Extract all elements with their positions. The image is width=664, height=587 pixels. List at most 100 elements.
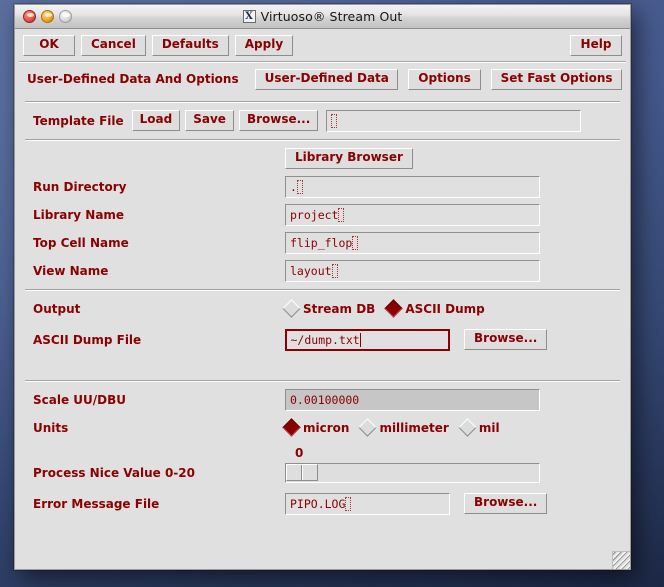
output-option-ascii-dump[interactable]: ASCII Dump (384, 299, 485, 318)
view-name-label: View Name (33, 263, 109, 278)
dialog-client-area: OK Cancel Defaults Apply Help User-Defin… (15, 29, 630, 569)
units-option-micron[interactable]: micron (282, 418, 350, 437)
ascii-dump-file-value: ~/dump.txt (290, 332, 360, 347)
text-caret (331, 263, 338, 278)
text-caret (338, 207, 345, 222)
radio-diamond-icon (358, 418, 378, 437)
radio-diamond-icon (282, 299, 301, 318)
template-file-row: Template File Load Save Browse... (15, 107, 630, 135)
library-browser-button[interactable]: Library Browser (285, 148, 413, 169)
template-file-input[interactable] (326, 109, 582, 132)
units-option-millimeter-label: millimeter (379, 420, 449, 435)
units-radio-group: micron millimeter mil (282, 418, 500, 437)
top-cell-name-row: Top Cell Name flip_flop (15, 229, 630, 257)
defaults-button[interactable]: Defaults (151, 35, 229, 56)
library-name-value: project (290, 207, 339, 222)
run-directory-input[interactable]: . (285, 175, 540, 198)
slider-thumb[interactable] (286, 463, 318, 481)
error-message-file-row: Error Message File PIPO.LOG Browse... (15, 487, 630, 518)
separator-above-scale (25, 379, 620, 382)
ok-button[interactable]: OK (23, 35, 75, 56)
process-nice-slider-wrap: 0 (285, 446, 540, 483)
text-caret (359, 332, 362, 347)
library-name-input[interactable]: project (285, 203, 540, 226)
spacer-above-scale (15, 354, 630, 376)
template-browse-button[interactable]: Browse... (238, 110, 319, 131)
units-option-mil[interactable]: mil (458, 418, 500, 437)
output-row: Output Stream DB ASCII Dump (15, 295, 630, 323)
process-nice-row: Process Nice Value 0-20 0 (15, 442, 630, 487)
run-directory-row: Run Directory . (15, 173, 630, 201)
output-option-stream-db-label: Stream DB (303, 301, 376, 316)
scale-uu-dbu-label: Scale UU/DBU (33, 392, 127, 407)
process-nice-slider[interactable] (285, 462, 540, 483)
action-button-row: OK Cancel Defaults Apply Help (15, 29, 630, 61)
window-title: Virtuoso® Stream Out (260, 9, 403, 24)
tab-options[interactable]: Options (408, 68, 481, 90)
output-option-stream-db[interactable]: Stream DB (282, 299, 376, 318)
view-name-value: layout (290, 263, 332, 278)
error-message-file-label: Error Message File (33, 496, 160, 511)
output-label: Output (33, 301, 81, 316)
top-cell-name-label: Top Cell Name (33, 235, 129, 250)
top-cell-name-input[interactable]: flip_flop (285, 231, 540, 254)
tab-set-fast-options[interactable]: Set Fast Options (490, 68, 622, 90)
separator-below-template (25, 138, 620, 141)
tab-group-label: User-Defined Data And Options (27, 72, 239, 87)
library-name-label: Library Name (33, 207, 125, 222)
units-option-micron-label: micron (303, 420, 350, 435)
radio-diamond-selected-icon (384, 299, 404, 318)
radio-diamond-icon (458, 418, 477, 437)
resize-grip[interactable] (612, 551, 630, 569)
scale-uu-dbu-value: 0.00100000 (290, 392, 360, 407)
units-option-millimeter[interactable]: millimeter (358, 418, 449, 437)
x11-x-icon: X (242, 10, 256, 23)
apply-button[interactable]: Apply (234, 35, 294, 56)
process-nice-label: Process Nice Value 0-20 (33, 465, 195, 480)
template-save-button[interactable]: Save (185, 110, 234, 131)
process-nice-value: 0 (295, 445, 304, 460)
run-directory-label: Run Directory (33, 179, 127, 194)
error-message-file-value: PIPO.LOG (290, 496, 346, 511)
error-message-browse-button[interactable]: Browse... (464, 493, 548, 514)
units-label: Units (33, 420, 69, 435)
units-row: Units micron millimeter mil (15, 414, 630, 442)
ascii-dump-file-label: ASCII Dump File (33, 332, 142, 347)
text-caret (352, 235, 359, 250)
window-titlebar[interactable]: X Virtuoso® Stream Out (15, 5, 630, 29)
separator-above-output (25, 288, 620, 291)
output-option-ascii-dump-label: ASCII Dump (405, 301, 485, 316)
scale-uu-dbu-row: Scale UU/DBU 0.00100000 (15, 386, 630, 414)
error-message-file-input[interactable]: PIPO.LOG (285, 492, 450, 515)
help-button[interactable]: Help (570, 35, 622, 56)
view-name-input[interactable]: layout (285, 259, 540, 282)
stream-out-window: X Virtuoso® Stream Out OK Cancel Default… (14, 4, 631, 570)
top-cell-name-value: flip_flop (290, 235, 353, 250)
template-file-buttons: Load Save Browse... (131, 110, 319, 131)
units-option-mil-label: mil (478, 420, 500, 435)
separator-above-template (25, 100, 620, 103)
window-title-group: X Virtuoso® Stream Out (15, 9, 630, 24)
text-caret (345, 496, 352, 511)
ascii-dump-browse-button[interactable]: Browse... (464, 329, 548, 350)
library-name-row: Library Name project (15, 201, 630, 229)
run-directory-value: . (290, 179, 297, 194)
text-caret (331, 113, 338, 128)
library-browser-row: Library Browser (15, 145, 630, 173)
view-name-row: View Name layout (15, 257, 630, 285)
ascii-dump-file-row: ASCII Dump File ~/dump.txt Browse... (15, 323, 630, 354)
template-file-label: Template File (33, 113, 124, 128)
tab-user-defined-data[interactable]: User-Defined Data (254, 68, 399, 90)
minimize-button[interactable] (41, 10, 54, 23)
text-caret (296, 179, 303, 194)
scale-uu-dbu-value-field: 0.00100000 (285, 388, 540, 411)
template-load-button[interactable]: Load (131, 110, 181, 131)
cancel-button[interactable]: Cancel (81, 35, 146, 56)
window-controls (15, 10, 72, 23)
radio-diamond-selected-icon (282, 418, 301, 437)
zoom-button[interactable] (59, 10, 72, 23)
tab-button-row: User-Defined Data And Options User-Defin… (15, 63, 630, 97)
close-button[interactable] (23, 10, 36, 23)
ascii-dump-file-input[interactable]: ~/dump.txt (285, 328, 450, 351)
output-radio-group: Stream DB ASCII Dump (282, 299, 485, 318)
